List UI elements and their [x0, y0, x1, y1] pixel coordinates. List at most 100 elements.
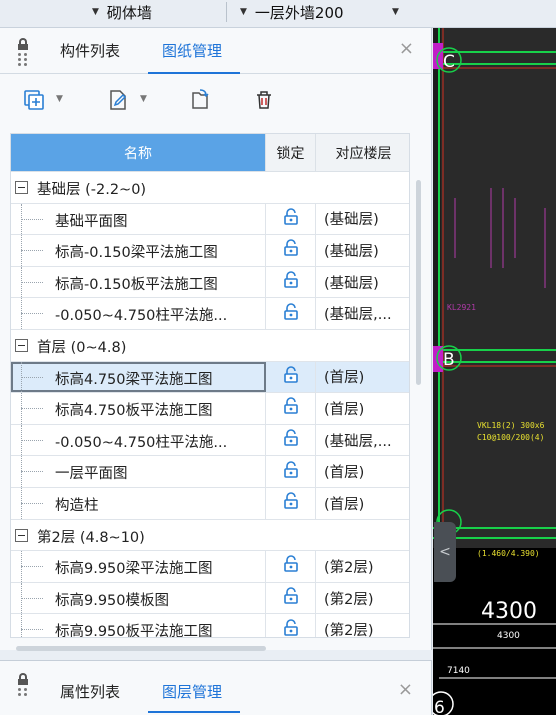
drawing-name-cell[interactable]: 标高-0.150梁平法施工图 [11, 235, 266, 266]
table-row[interactable]: 基础平面图 (基础层) [11, 203, 409, 236]
lock-toggle[interactable] [266, 235, 316, 266]
collapse-panel-button[interactable]: < [434, 522, 456, 582]
floor-cell[interactable]: (基础层) [316, 235, 409, 266]
import-drawing-button[interactable] [186, 86, 214, 114]
table-row[interactable]: 一层平面图 (首层) [11, 456, 409, 488]
collapse-toggle-icon[interactable] [15, 338, 28, 352]
tab-drawing-management[interactable]: 图纸管理 [162, 40, 222, 61]
component-name-dropdown-arrow[interactable]: ▼ [392, 0, 407, 24]
drawing-toolbar: ▼ ▼ [0, 74, 432, 126]
group-label: 基础层 (-2.2~0) [37, 182, 147, 198]
component-name-value: 一层外墙200 [254, 3, 344, 22]
lock-toggle[interactable] [266, 614, 316, 637]
floor-cell[interactable]: (首层) [316, 362, 409, 393]
drawing-name: 基础平面图 [55, 213, 128, 230]
beam-label-kl: KL2921 [447, 303, 476, 312]
close-icon[interactable]: × [399, 40, 414, 58]
lock-toggle[interactable] [266, 266, 316, 298]
tab-property-list[interactable]: 属性列表 [60, 681, 120, 702]
lock-toggle[interactable] [266, 456, 316, 487]
group-name-cell: 首层 (0~4.8) [11, 330, 409, 361]
table-row[interactable]: 标高-0.150板平法施工图 (基础层) [11, 266, 409, 299]
unlocked-padlock-icon [282, 208, 300, 230]
import-drawing-icon [192, 89, 209, 109]
table-row[interactable]: -0.050~4.750柱平法施... (基础层,... [11, 424, 409, 457]
delete-drawing-button[interactable] [250, 86, 278, 114]
floor-cell[interactable]: (首层) [316, 393, 409, 424]
table-row[interactable]: 标高9.950板平法施工图 (第2层) [11, 614, 409, 637]
lock-toggle[interactable] [266, 487, 316, 519]
edit-drawing-dropdown-arrow[interactable]: ▼ [140, 94, 147, 104]
table-row[interactable]: 标高9.950梁平法施工图 (第2层) [11, 551, 409, 583]
column-header-floor[interactable]: 对应楼层 [316, 134, 409, 172]
edit-drawing-button[interactable] [104, 86, 132, 114]
collapse-toggle-icon[interactable] [15, 181, 28, 194]
unlocked-padlock-icon [282, 618, 300, 637]
table-row[interactable]: -0.050~4.750柱平法施... (基础层,... [11, 298, 409, 330]
add-drawing-dropdown-arrow[interactable]: ▼ [56, 94, 63, 104]
vertical-scrollbar[interactable] [416, 180, 421, 385]
tab-component-list[interactable]: 构件列表 [60, 40, 120, 61]
tree-group-row[interactable]: 首层 (0~4.8) [11, 330, 409, 362]
chevron-down-icon: ▼ [240, 7, 247, 17]
drawing-name-cell[interactable]: 构造柱 [11, 487, 266, 519]
floor-cell[interactable]: (第2层) [316, 551, 409, 582]
tree-group-row[interactable]: 第2层 (4.8~10) [11, 520, 409, 552]
table-header: 名称 锁定 对应楼层 [11, 134, 409, 172]
floor-cell[interactable]: (基础层,... [316, 298, 409, 329]
tab-layer-management[interactable]: 图层管理 [162, 681, 222, 702]
drawing-name: 标高9.950梁平法施工图 [55, 561, 213, 578]
column-header-name[interactable]: 名称 [11, 134, 266, 172]
unlocked-padlock-icon [282, 239, 300, 261]
drawing-table: 名称 锁定 对应楼层 基础层 (-2.2~0) 基础平面图 (基础层) 标高-0.15… [10, 133, 410, 638]
table-row[interactable]: 标高4.750梁平法施工图 (首层) [11, 361, 409, 394]
drawing-name-cell[interactable]: 标高-0.150板平法施工图 [11, 266, 266, 298]
collapse-toggle-icon[interactable] [15, 528, 28, 542]
table-row[interactable]: 标高-0.150梁平法施工图 (基础层) [11, 235, 409, 267]
chevron-left-icon: < [439, 544, 451, 560]
table-row[interactable]: 标高4.750板平法施工图 (首层) [11, 393, 409, 425]
dimension-7140: 7140 [447, 666, 470, 676]
lock-toggle[interactable] [266, 361, 316, 393]
drawing-name-cell[interactable]: 标高4.750板平法施工图 [11, 393, 266, 424]
drawing-name: 标高-0.150板平法施工图 [55, 276, 218, 293]
edit-drawing-icon [110, 90, 127, 110]
floor-cell[interactable]: (基础层) [316, 267, 409, 298]
lock-toggle[interactable] [266, 393, 316, 424]
unlocked-padlock-icon [282, 555, 300, 577]
floor-cell[interactable]: (首层) [316, 488, 409, 519]
lock-toggle[interactable] [266, 424, 316, 456]
drawing-name-cell[interactable]: 一层平面图 [11, 456, 266, 487]
close-icon[interactable]: × [398, 681, 413, 699]
floor-cell[interactable]: (首层) [316, 456, 409, 487]
unlocked-padlock-icon [282, 366, 300, 388]
table-row[interactable]: 构造柱 (首层) [11, 487, 409, 520]
horizontal-scrollbar[interactable] [16, 646, 266, 651]
drawing-name-cell[interactable]: -0.050~4.750柱平法施... [11, 424, 266, 456]
drawing-name-cell[interactable]: 基础平面图 [11, 203, 266, 235]
column-header-lock[interactable]: 锁定 [266, 134, 316, 172]
drawing-name-cell[interactable]: 标高4.750梁平法施工图 [11, 361, 266, 393]
panel-drag-handle[interactable] [18, 38, 28, 66]
unlocked-padlock-icon [282, 302, 300, 325]
cad-drawing-canvas[interactable]: C B 6 KL2921 VKL18(2) 300x6 C10@100/200(… [433, 28, 556, 715]
component-name-dropdown[interactable]: ▼ 一层外墙200 [240, 0, 344, 24]
floor-cell[interactable]: (第2层) [316, 614, 409, 637]
lock-toggle[interactable] [266, 551, 316, 582]
drawing-name-cell[interactable]: 标高9.950梁平法施工图 [11, 551, 266, 582]
floor-cell[interactable]: (基础层,... [316, 425, 409, 456]
floor-cell[interactable]: (第2层) [316, 583, 409, 614]
component-type-dropdown[interactable]: ▼ 砌体墙 [92, 0, 152, 24]
axis-label-b: B [443, 350, 455, 370]
lock-toggle[interactable] [266, 203, 316, 235]
add-drawing-button[interactable] [20, 86, 48, 114]
lock-toggle[interactable] [266, 298, 316, 329]
table-row[interactable]: 标高9.950模板图 (第2层) [11, 582, 409, 615]
drawing-name-cell[interactable]: 标高9.950模板图 [11, 582, 266, 614]
drawing-name-cell[interactable]: 标高9.950板平法施工图 [11, 614, 266, 637]
panel-drag-handle[interactable] [18, 673, 28, 699]
tree-group-row[interactable]: 基础层 (-2.2~0) [11, 172, 409, 204]
floor-cell[interactable]: (基础层) [316, 204, 409, 235]
drawing-name-cell[interactable]: -0.050~4.750柱平法施... [11, 298, 266, 329]
lock-toggle[interactable] [266, 582, 316, 614]
